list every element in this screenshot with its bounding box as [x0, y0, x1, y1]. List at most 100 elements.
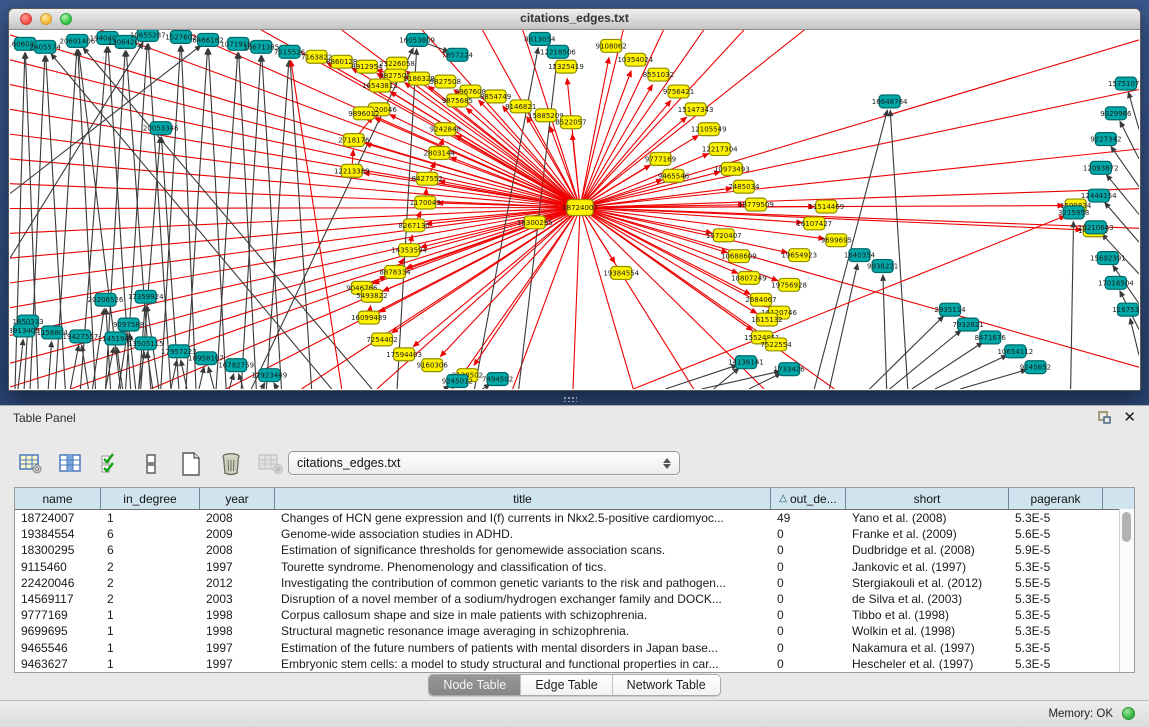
table-vertical-scrollbar[interactable]: [1119, 509, 1134, 672]
network-canvas[interactable]: 1872400718300295193845547163822886012889…: [10, 30, 1139, 389]
svg-text:8854749: 8854749: [480, 93, 511, 101]
network-node[interactable]: 9465546: [658, 169, 689, 182]
network-node[interactable]: 7494502: [482, 373, 513, 386]
network-node[interactable]: 3215958: [1058, 206, 1089, 219]
table-cell: 5.6E-5: [1009, 526, 1103, 542]
network-node[interactable]: 12105549: [691, 123, 727, 136]
network-node[interactable]: 20206526: [88, 293, 124, 306]
table-selector-combobox[interactable]: citations_edges.txt: [288, 451, 680, 475]
network-node[interactable]: 7522554: [760, 338, 792, 351]
column-header-year[interactable]: year: [200, 488, 275, 509]
network-node[interactable]: 12217304: [702, 143, 738, 156]
close-panel-icon[interactable]: ✕: [1123, 408, 1136, 426]
network-hub-node[interactable]: 18724007: [562, 200, 598, 216]
network-node[interactable]: 9245652: [1020, 361, 1051, 374]
column-header-name[interactable]: name: [15, 488, 101, 509]
network-node[interactable]: 12923449: [252, 369, 288, 382]
network-node[interactable]: 9938221: [867, 260, 898, 273]
network-node[interactable]: 14353594: [391, 244, 427, 257]
network-node[interactable]: 8466162: [192, 33, 223, 46]
network-node[interactable]: 9756421: [663, 85, 694, 98]
network-node[interactable]: 8471676: [975, 331, 1006, 344]
splitter-grip[interactable]: [563, 396, 577, 402]
table-row[interactable]: 1456911722003Disruption of a novel membe…: [15, 591, 1134, 607]
table-tabbar: Node TableEdge TableNetwork Table: [0, 674, 1149, 696]
table-row[interactable]: 911546021997Tourette syndrome. Phenomeno…: [15, 559, 1134, 575]
network-node[interactable]: 1170043: [410, 196, 441, 209]
create-new-column-icon[interactable]: [178, 451, 204, 477]
svg-text:7485034: 7485034: [728, 183, 760, 191]
tab-node-table[interactable]: Node Table: [429, 675, 521, 695]
table-cell: 2: [101, 575, 200, 591]
table-cell: 18300295: [15, 542, 101, 558]
network-node[interactable]: 10354024: [617, 53, 653, 66]
network-node[interactable]: 15751074: [1108, 77, 1139, 90]
network-node[interactable]: 2684067: [745, 293, 776, 306]
network-node[interactable]: 9108062: [596, 39, 627, 52]
window-titlebar[interactable]: citations_edges.txt: [9, 9, 1140, 30]
network-node[interactable]: 18779509: [738, 198, 774, 211]
network-node[interactable]: 12093872: [1083, 161, 1119, 174]
network-node[interactable]: 15720407: [706, 229, 742, 242]
network-node[interactable]: 8551032: [643, 68, 674, 81]
table-row[interactable]: 969969511998Structural magnetic resonanc…: [15, 623, 1134, 639]
show-columns-icon[interactable]: [58, 451, 84, 477]
network-node[interactable]: 18807249: [731, 271, 767, 284]
column-header-short[interactable]: short: [846, 488, 1009, 509]
svg-text:9245012: 9245012: [442, 378, 473, 386]
network-node[interactable]: 10654112: [997, 345, 1033, 358]
network-node[interactable]: 7932621: [952, 318, 983, 331]
table-cell: 1997: [200, 656, 275, 672]
delete-columns-icon[interactable]: [218, 451, 244, 477]
table-cell: Stergiakouli et al. (2012): [846, 575, 1009, 591]
table-row[interactable]: 1872400712008Changes of HCN gene express…: [15, 510, 1134, 526]
network-node[interactable]: 9227342: [1090, 133, 1121, 146]
network-node[interactable]: 9699695: [821, 234, 852, 247]
network-node[interactable]: 23226058: [379, 57, 415, 70]
network-node[interactable]: 9097588: [113, 318, 144, 331]
network-node[interactable]: 8813054: [524, 32, 556, 45]
network-node[interactable]: 12325419: [548, 60, 584, 73]
network-node[interactable]: 12444154: [1081, 189, 1117, 202]
network-node[interactable]: 9777169: [645, 152, 676, 165]
network-node[interactable]: 19384554: [603, 267, 639, 280]
network-node[interactable]: 11514469: [808, 200, 844, 213]
table-row[interactable]: 977716911998Corpus callosum shape and si…: [15, 607, 1134, 623]
network-node[interactable]: 7485034: [728, 180, 760, 193]
network-node[interactable]: 9329966: [1100, 107, 1131, 120]
table-row[interactable]: 1938455462009Genome-wide association stu…: [15, 526, 1134, 542]
network-node[interactable]: 10688609: [721, 250, 757, 263]
network-node[interactable]: 17359924: [128, 290, 164, 303]
table-row[interactable]: 946554611997Estimation of the future num…: [15, 640, 1134, 656]
network-node[interactable]: 17594403: [386, 348, 422, 361]
network-node[interactable]: 19654923: [781, 249, 817, 262]
network-graph[interactable]: 1872400718300295193845547163822886012889…: [10, 30, 1139, 389]
table-row[interactable]: 946362711997Embryonic stem cells: a mode…: [15, 656, 1134, 672]
network-node[interactable]: 15147343: [678, 103, 714, 116]
column-header-pagerank[interactable]: pagerank: [1009, 488, 1103, 509]
network-node[interactable]: 17016504: [1098, 276, 1134, 289]
table-row[interactable]: 2242004622012Investigating the contribut…: [15, 575, 1134, 591]
float-panel-icon[interactable]: [1095, 411, 1111, 425]
unselect-all-columns-icon[interactable]: [138, 451, 164, 477]
network-node[interactable]: 12218506: [540, 45, 576, 58]
network-node[interactable]: 1640354: [844, 249, 876, 262]
tab-edge-table[interactable]: Edge Table: [521, 675, 612, 695]
column-header-out-de-[interactable]: △out_de...: [771, 488, 846, 509]
tab-network-table[interactable]: Network Table: [613, 675, 720, 695]
network-node[interactable]: 2935114: [934, 303, 966, 316]
svg-text:7522554: 7522554: [760, 341, 792, 349]
select-all-columns-icon[interactable]: [98, 451, 124, 477]
network-node[interactable]: 9160306: [417, 359, 448, 372]
scrollbar-thumb[interactable]: [1122, 512, 1131, 542]
network-node[interactable]: 16648784: [872, 95, 908, 108]
network-node[interactable]: 1167533: [1112, 303, 1139, 316]
column-header-title[interactable]: title: [275, 488, 771, 509]
table-row[interactable]: 1830029562008Estimation of significance …: [15, 542, 1134, 558]
column-header-in-degree[interactable]: in_degree: [101, 488, 200, 509]
svg-text:9146821: 9146821: [505, 103, 536, 111]
network-node[interactable]: 2405574: [30, 40, 62, 53]
table-settings-icon[interactable]: [18, 451, 44, 477]
svg-text:15692391: 15692391: [1090, 255, 1126, 263]
network-node[interactable]: 7857224: [442, 48, 474, 61]
